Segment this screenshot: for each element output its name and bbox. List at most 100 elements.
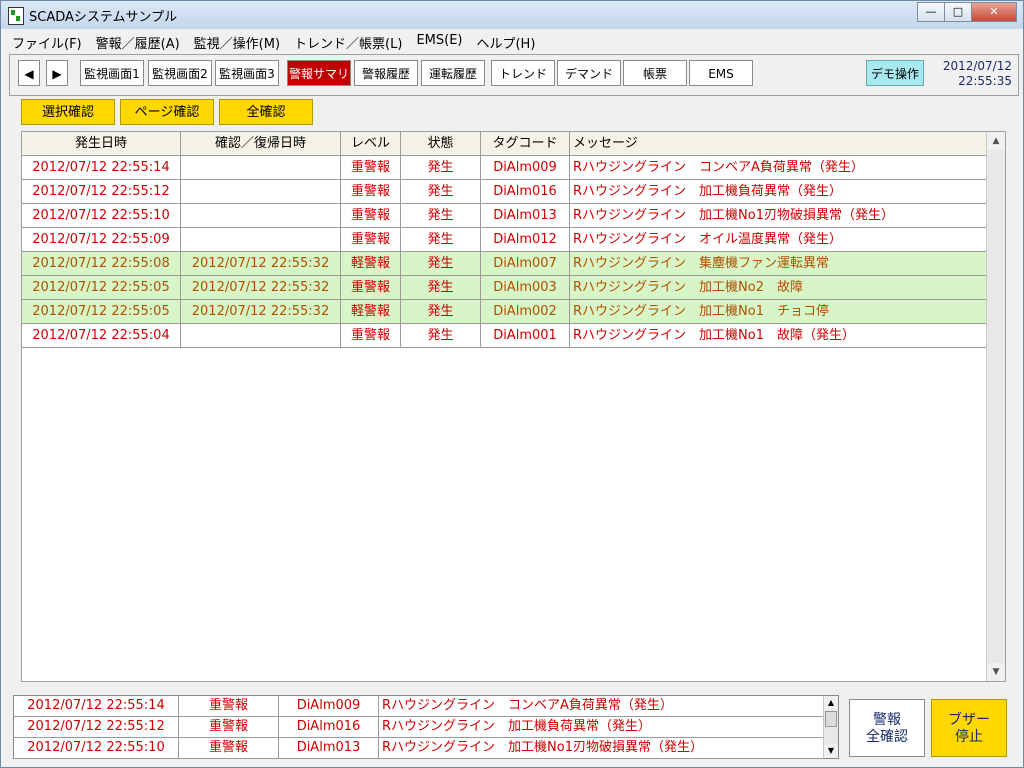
cell-confirmed [181, 156, 341, 179]
menu-help[interactable]: ヘルプ(H) [469, 31, 542, 52]
cell-tag: DiAlm002 [481, 300, 570, 323]
tab-alarm-summary[interactable]: 警報サマリ [287, 60, 351, 86]
close-button[interactable]: ✕ [971, 2, 1017, 22]
cell-tag: DiAlm009 [481, 156, 570, 179]
cell-message: Rハウジングライン 加工機No2 故障 [573, 280, 803, 295]
cell-tag: DiAlm001 [481, 324, 570, 347]
cell-tag: DiAlm016 [481, 180, 570, 203]
buzzer-stop-label-2: 停止 [955, 729, 983, 745]
list-item[interactable]: 2012/07/12 22:55:12 重警報 DiAlm016 Rハウジングライン … [14, 717, 824, 738]
cell-confirmed [181, 228, 341, 251]
menu-alarm-history[interactable]: 警報／履歴(A) [89, 31, 187, 52]
cell-state: 発生 [401, 156, 481, 179]
table-row[interactable]: 2012/07/12 22:55:09 重警報 発生 DiAlm012 Rハウジングライ… [22, 228, 987, 252]
cell-state: 発生 [401, 252, 481, 275]
scroll-down-icon[interactable]: ▼ [987, 663, 1005, 681]
cell-state: 発生 [401, 228, 481, 251]
tab-demand[interactable]: デマンド [557, 60, 621, 86]
table-row[interactable]: 2012/07/12 22:55:05 2012/07/12 22:55:32 重警… [22, 276, 987, 300]
latest-level: 重警報 [179, 717, 279, 737]
cell-state: 発生 [401, 180, 481, 203]
header-confirmed[interactable]: 確認／復帰日時 [181, 132, 341, 155]
cell-tag: DiAlm007 [481, 252, 570, 275]
alarm-ack-all-button[interactable]: 警報 全確認 [849, 699, 925, 757]
cell-occurred: 2012/07/12 22:55:10 [22, 204, 181, 227]
scroll-up-icon[interactable]: ▲ [824, 696, 838, 710]
cell-confirmed: 2012/07/12 22:55:32 [181, 252, 341, 275]
cell-confirmed [181, 204, 341, 227]
table-row[interactable]: 2012/07/12 22:55:05 2012/07/12 22:55:32 軽警… [22, 300, 987, 324]
tab-monitor-1[interactable]: 監視画面1 [80, 60, 144, 86]
cell-message: Rハウジングライン 加工機No1 故障（発生） [573, 328, 855, 343]
window-title: SCADAシステムサンプル [29, 10, 178, 25]
tab-operation-history[interactable]: 運転履歴 [421, 60, 485, 86]
cell-occurred: 2012/07/12 22:55:04 [22, 324, 181, 347]
cell-occurred: 2012/07/12 22:55:12 [22, 180, 181, 203]
cell-level: 重警報 [341, 324, 401, 347]
cell-level: 重警報 [341, 156, 401, 179]
select-ack-button[interactable]: 選択確認 [21, 99, 115, 125]
tab-report[interactable]: 帳票 [623, 60, 687, 86]
buzzer-stop-button[interactable]: ブザー 停止 [931, 699, 1007, 757]
cell-confirmed [181, 180, 341, 203]
table-row[interactable]: 2012/07/12 22:55:14 重警報 発生 DiAlm009 Rハウジングライ… [22, 156, 987, 180]
header-occurred[interactable]: 発生日時 [22, 132, 181, 155]
tab-monitor-2[interactable]: 監視画面2 [148, 60, 212, 86]
app-window: SCADAシステムサンプル — □ ✕ ファイル(F) 警報／履歴(A) 監視／… [0, 0, 1024, 768]
table-row[interactable]: 2012/07/12 22:55:10 重警報 発生 DiAlm013 Rハウジングライ… [22, 204, 987, 228]
latest-level: 重警報 [179, 696, 279, 716]
alarm-summary-table: 発生日時 確認／復帰日時 レベル 状態 タグコード メッセージ 2012/07/… [21, 131, 1006, 682]
latest-occurred: 2012/07/12 22:55:10 [14, 738, 179, 758]
table-row[interactable]: 2012/07/12 22:55:08 2012/07/12 22:55:32 軽警… [22, 252, 987, 276]
table-row[interactable]: 2012/07/12 22:55:04 重警報 発生 DiAlm001 Rハウジングライ… [22, 324, 987, 348]
header-message[interactable]: メッセージ [570, 132, 987, 155]
cell-state: 発生 [401, 300, 481, 323]
cell-state: 発生 [401, 204, 481, 227]
cell-tag: DiAlm012 [481, 228, 570, 251]
table-scrollbar[interactable]: ▲ ▼ [986, 132, 1005, 681]
header-tag[interactable]: タグコード [481, 132, 570, 155]
cell-confirmed: 2012/07/12 22:55:32 [181, 300, 341, 323]
buzzer-stop-label-1: ブザー [948, 712, 990, 728]
demo-operation-button[interactable]: デモ操作 [866, 60, 924, 86]
menu-file[interactable]: ファイル(F) [5, 31, 89, 52]
list-item[interactable]: 2012/07/12 22:55:14 重警報 DiAlm009 Rハウジングライン … [14, 696, 824, 717]
latest-tag: DiAlm009 [279, 696, 379, 716]
table-row[interactable]: 2012/07/12 22:55:12 重警報 発生 DiAlm016 Rハウジングライ… [22, 180, 987, 204]
page-ack-button[interactable]: ページ確認 [120, 99, 214, 125]
menu-monitor-operate[interactable]: 監視／操作(M) [187, 31, 287, 52]
scroll-down-icon[interactable]: ▼ [824, 744, 838, 758]
current-datetime: 2012/07/12 22:55:35 [943, 59, 1012, 89]
title-bar: SCADAシステムサンプル — □ ✕ [1, 1, 1023, 29]
back-button[interactable]: ◀ [18, 60, 40, 86]
menu-ems[interactable]: EMS(E) [409, 31, 469, 51]
latest-message: Rハウジングライン コンベアA負荷異常（発生） [382, 698, 673, 713]
alarm-ack-all-label-2: 全確認 [866, 729, 908, 745]
cell-level: 重警報 [341, 276, 401, 299]
tab-monitor-3[interactable]: 監視画面3 [215, 60, 279, 86]
scroll-thumb[interactable] [825, 711, 837, 727]
current-time: 22:55:35 [958, 74, 1012, 88]
forward-button[interactable]: ▶ [46, 60, 68, 86]
cell-confirmed: 2012/07/12 22:55:32 [181, 276, 341, 299]
tab-ems[interactable]: EMS [689, 60, 753, 86]
maximize-button[interactable]: □ [944, 2, 972, 22]
latest-alarm-scrollbar[interactable]: ▲ ▼ [823, 696, 838, 758]
header-state[interactable]: 状態 [401, 132, 481, 155]
window-controls: — □ ✕ [917, 2, 1017, 22]
menu-trend-report[interactable]: トレンド／帳票(L) [287, 31, 409, 52]
header-level[interactable]: レベル [341, 132, 401, 155]
cell-level: 重警報 [341, 204, 401, 227]
tab-trend[interactable]: トレンド [491, 60, 555, 86]
tab-alarm-history[interactable]: 警報履歴 [354, 60, 418, 86]
cell-level: 軽警報 [341, 300, 401, 323]
latest-message: Rハウジングライン 加工機負荷異常（発生） [382, 719, 652, 734]
cell-state: 発生 [401, 276, 481, 299]
scroll-up-icon[interactable]: ▲ [987, 132, 1005, 150]
latest-level: 重警報 [179, 738, 279, 758]
all-ack-button[interactable]: 全確認 [219, 99, 313, 125]
app-icon [8, 7, 24, 25]
list-item[interactable]: 2012/07/12 22:55:10 重警報 DiAlm013 Rハウジングライン … [14, 738, 824, 759]
minimize-button[interactable]: — [917, 2, 945, 22]
latest-tag: DiAlm013 [279, 738, 379, 758]
